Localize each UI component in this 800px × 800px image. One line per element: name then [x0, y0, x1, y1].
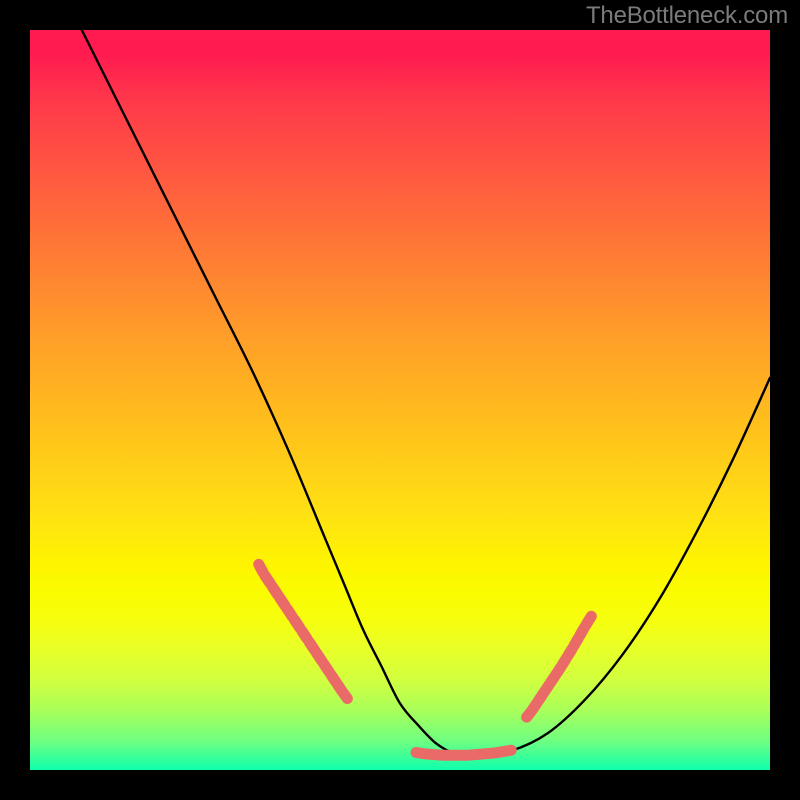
chart-frame: TheBottleneck.com — [0, 0, 800, 800]
watermark-text: TheBottleneck.com — [586, 4, 788, 28]
bottleneck-curve — [82, 30, 770, 755]
plot-area — [30, 30, 770, 770]
highlight-dots-bottom — [416, 750, 511, 755]
bottleneck-curve-svg — [30, 30, 770, 770]
highlight-dots-left — [259, 564, 348, 698]
